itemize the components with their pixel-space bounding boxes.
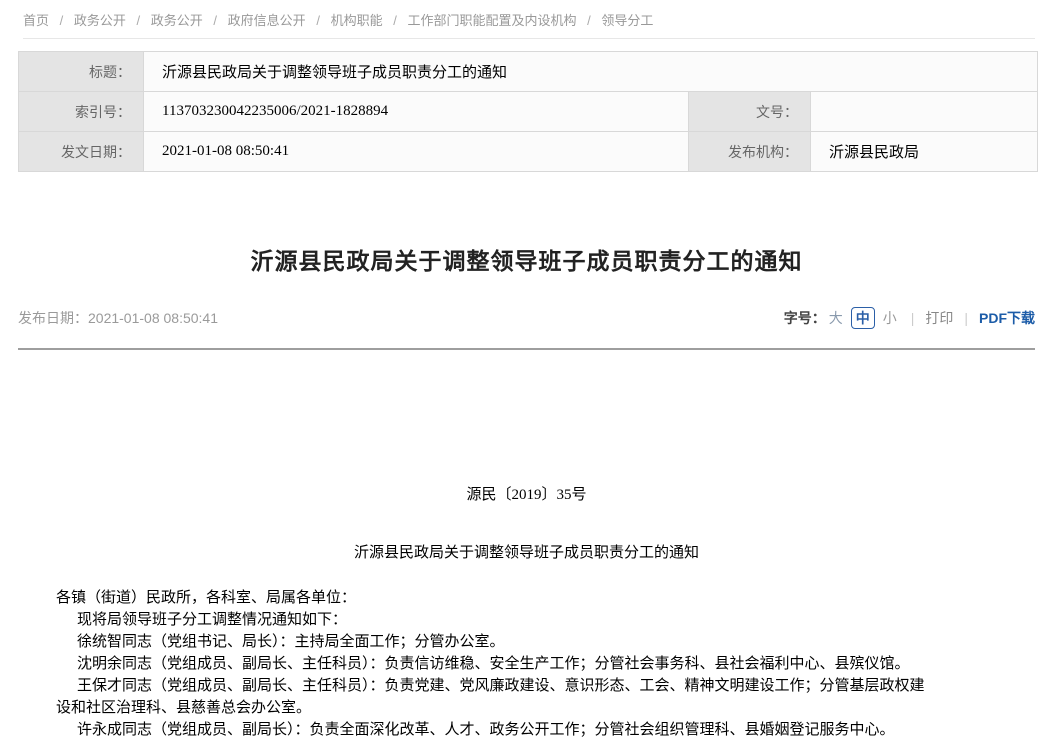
breadcrumb-item-info-disclosure[interactable]: 政府信息公开 xyxy=(228,13,306,28)
breadcrumb-divider xyxy=(23,38,1035,39)
document-body: 各镇（街道）民政所，各科室、局属各单位： 现将局领导班子分工调整情况通知如下： … xyxy=(18,587,930,741)
font-small-button[interactable]: 小 xyxy=(883,308,897,328)
breadcrumb-item-leadership[interactable]: 领导分工 xyxy=(601,13,653,28)
table-row: 索引号： 113703230042235006/2021-1828894 文号： xyxy=(19,92,1038,132)
article-toolbar: 字号： 大 中 小 | 打印 | PDF下载 xyxy=(784,307,1035,329)
paragraph-xu-tongzhi: 徐统智同志（党组书记、局长）：主持局全面工作；分管办公室。 xyxy=(56,631,930,653)
font-size-label: 字号： xyxy=(784,308,826,328)
publish-date: 发布日期：2021-01-08 08:50:41 xyxy=(18,308,218,328)
publish-date-label: 发布日期： xyxy=(18,310,88,326)
index-number-label: 索引号： xyxy=(19,92,144,132)
table-row: 发文日期： 2021-01-08 08:50:41 发布机构： 沂源县民政局 xyxy=(19,132,1038,172)
breadcrumb-separator: / xyxy=(587,13,591,28)
breadcrumb-separator: / xyxy=(393,13,397,28)
document-title: 沂源县民政局关于调整领导班子成员职责分工的通知 xyxy=(18,541,1035,562)
document-ref-number: 源民〔2019〕35号 xyxy=(18,483,1035,504)
paragraph-wang-baocai: 王保才同志（党组成员、副局长、主任科员）：负责党建、党风廉政建设、意识形态、工会… xyxy=(56,675,930,719)
issue-date-value: 2021-01-08 08:50:41 xyxy=(144,132,689,172)
title-label: 标题： xyxy=(19,52,144,92)
doc-number-label: 文号： xyxy=(689,92,811,132)
breadcrumb-separator: / xyxy=(213,13,217,28)
article-meta-row: 发布日期：2021-01-08 08:50:41 字号： 大 中 小 | 打印 … xyxy=(18,306,1035,330)
breadcrumb-item-home[interactable]: 首页 xyxy=(23,13,49,28)
paragraph-salutation: 各镇（街道）民政所，各科室、局属各单位： xyxy=(56,587,930,609)
font-large-button[interactable]: 大 xyxy=(829,308,843,328)
font-medium-button[interactable]: 中 xyxy=(851,307,875,329)
doc-number-value xyxy=(811,92,1038,132)
breadcrumb-item-zwgk-1[interactable]: 政务公开 xyxy=(74,13,126,28)
toolbar-separator: | xyxy=(911,310,915,326)
print-button[interactable]: 打印 xyxy=(925,308,953,328)
agency-value: 沂源县民政局 xyxy=(811,132,1038,172)
breadcrumb-separator: / xyxy=(137,13,141,28)
index-number-value: 113703230042235006/2021-1828894 xyxy=(144,92,689,132)
breadcrumb-item-dept-config[interactable]: 工作部门职能配置及内设机构 xyxy=(407,13,576,28)
document-content: 源民〔2019〕35号 沂源县民政局关于调整领导班子成员职责分工的通知 各镇（街… xyxy=(18,483,1035,741)
breadcrumb: 首页 / 政务公开 / 政务公开 / 政府信息公开 / 机构职能 / 工作部门职… xyxy=(0,0,1053,29)
breadcrumb-item-org-functions[interactable]: 机构职能 xyxy=(331,13,383,28)
paragraph-xu-yongcheng: 许永成同志（党组成员、副局长）：负责全面深化改革、人才、政务公开工作；分管社会组… xyxy=(56,719,930,741)
document-info-table: 标题： 沂源县民政局关于调整领导班子成员职责分工的通知 索引号： 1137032… xyxy=(18,51,1038,172)
publish-date-value: 2021-01-08 08:50:41 xyxy=(88,310,218,326)
toolbar-separator: | xyxy=(964,310,968,326)
page-title: 沂源县民政局关于调整领导班子成员职责分工的通知 xyxy=(30,242,1023,276)
table-row: 标题： 沂源县民政局关于调整领导班子成员职责分工的通知 xyxy=(19,52,1038,92)
pdf-download-button[interactable]: PDF下载 xyxy=(979,308,1035,328)
title-value: 沂源县民政局关于调整领导班子成员职责分工的通知 xyxy=(144,52,1038,92)
breadcrumb-separator: / xyxy=(316,13,320,28)
agency-label: 发布机构： xyxy=(689,132,811,172)
issue-date-label: 发文日期： xyxy=(19,132,144,172)
breadcrumb-separator: / xyxy=(60,13,64,28)
breadcrumb-item-zwgk-2[interactable]: 政务公开 xyxy=(151,13,203,28)
paragraph-intro: 现将局领导班子分工调整情况通知如下： xyxy=(56,609,930,631)
paragraph-shen-mingyu: 沈明余同志（党组成员、副局长、主任科员）：负责信访维稳、安全生产工作；分管社会事… xyxy=(56,653,930,675)
content-divider xyxy=(18,348,1035,350)
